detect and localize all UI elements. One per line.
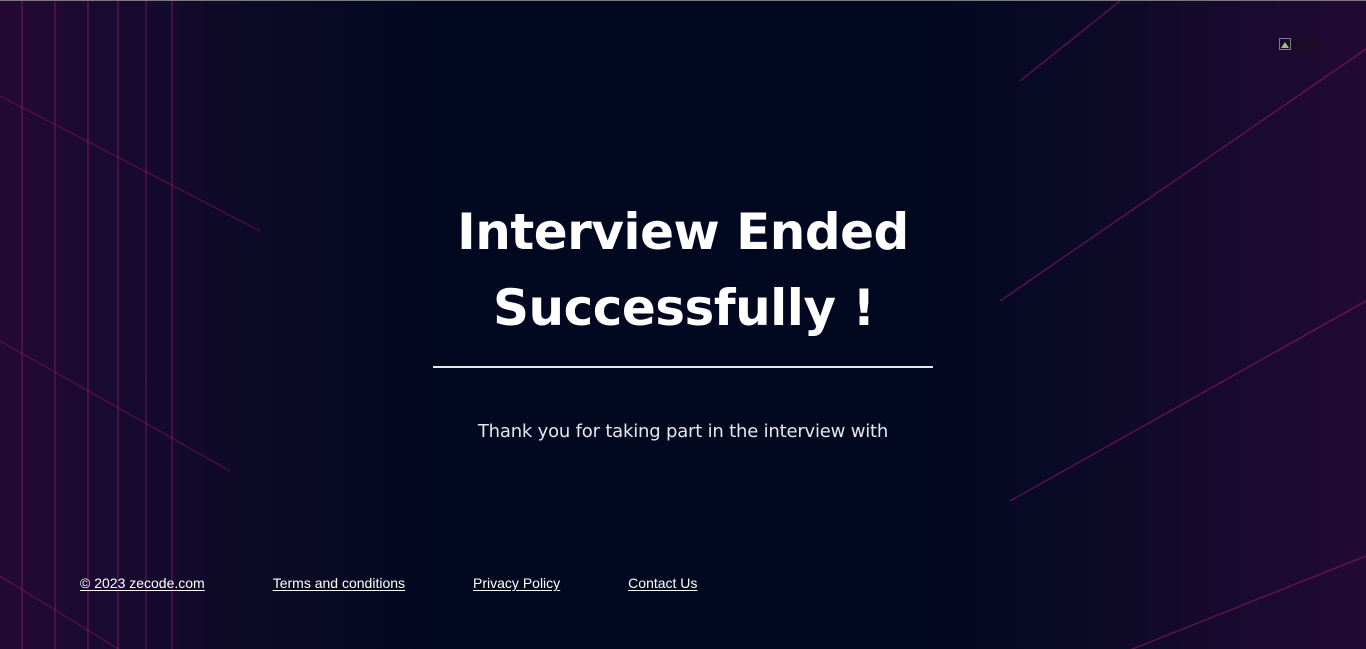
page-title: Interview Ended Successfully ! [433, 194, 933, 346]
title-line-2: Successfully ! [493, 279, 875, 337]
footer-terms-link[interactable]: Terms and conditions [273, 575, 405, 591]
logo[interactable]: logo [1278, 34, 1320, 54]
broken-image-icon [1278, 38, 1291, 50]
footer-privacy-link[interactable]: Privacy Policy [473, 575, 560, 591]
page: logo Interview Ended Successfully ! Than… [0, 0, 1366, 649]
thank-you-message: Thank you for taking part in the intervi… [477, 421, 889, 442]
footer-copyright-link[interactable]: © 2023 zecode.com [80, 575, 205, 591]
logo-alt-text: logo [1291, 35, 1320, 53]
divider [433, 366, 933, 368]
footer-contact-link[interactable]: Contact Us [628, 575, 697, 591]
footer: © 2023 zecode.com Terms and conditions P… [80, 572, 697, 594]
title-line-1: Interview Ended [457, 203, 909, 261]
